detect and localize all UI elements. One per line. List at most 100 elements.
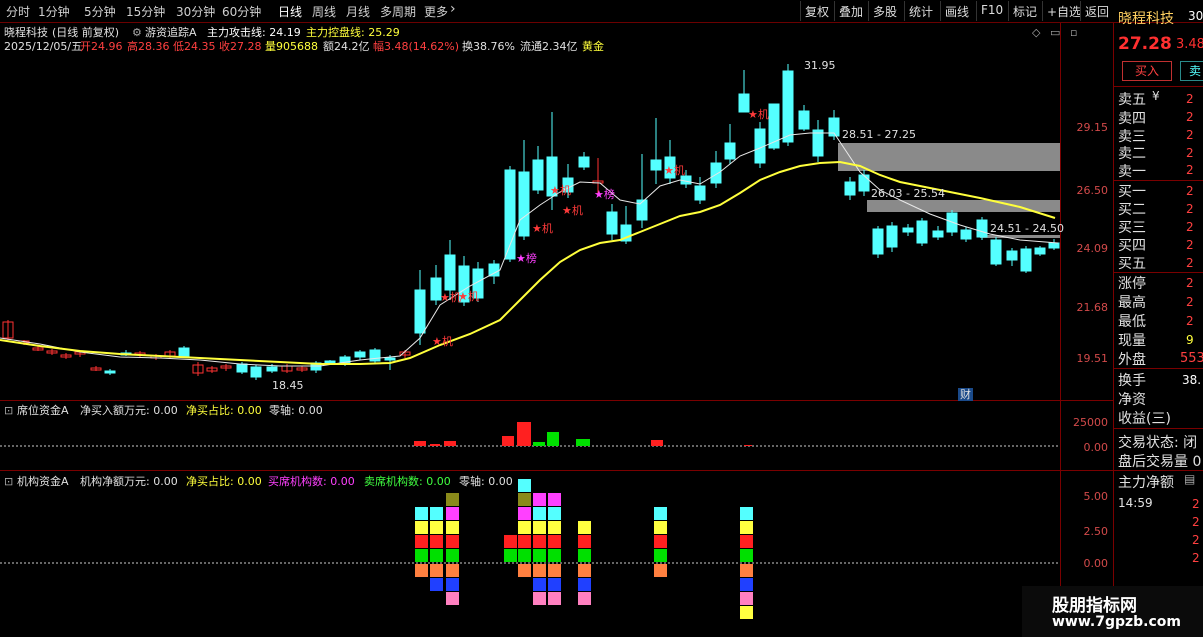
candle-body [858, 174, 870, 192]
band-label-2: 26.03 - 25.54 [871, 187, 945, 200]
candle-body [932, 230, 944, 238]
sell-button[interactable]: 卖 [1180, 61, 1203, 81]
side-sep [1113, 428, 1203, 429]
main-net-title[interactable]: 主力净额 [1118, 472, 1174, 492]
panel3-block [430, 521, 443, 534]
panel2-title[interactable]: 席位资金A [17, 404, 69, 417]
candle-body [324, 360, 336, 364]
panel3-block [518, 521, 531, 534]
tick-value: 2 [1192, 533, 1200, 547]
candle-body [578, 156, 590, 168]
panel3-block [518, 507, 531, 520]
bid1-label: 买一 [1118, 184, 1146, 200]
panel3-block [740, 606, 753, 619]
trade-state: 交易状态: 闭 [1118, 435, 1198, 451]
panel3-block [518, 493, 531, 506]
candle-body [798, 110, 810, 130]
panel3-block [415, 507, 428, 520]
stat-low-label: 最低 [1118, 314, 1146, 330]
panel2-ratio: 净买占比: 0.00 [186, 404, 262, 417]
panel3-block [654, 535, 667, 548]
signal-marker: ★机 [550, 183, 571, 197]
panel3-block [446, 592, 459, 605]
panel2-tick: 25000 [1073, 416, 1108, 429]
panel3-block [446, 549, 459, 562]
candle-body [532, 159, 544, 191]
candle-body [266, 366, 278, 372]
panel3-toggle-icon[interactable]: ⊡ [4, 475, 13, 488]
panel3-block [533, 493, 546, 506]
panel3-block [446, 493, 459, 506]
panel3-block [740, 507, 753, 520]
panel3-block [548, 592, 561, 605]
panel-divider [1113, 23, 1114, 637]
panel3-block [533, 521, 546, 534]
ask5-price: 2 [1186, 92, 1194, 106]
candle-body [650, 159, 662, 171]
ask1-price: 2 [1186, 163, 1194, 177]
ask5-label: 卖五 [1118, 92, 1146, 108]
finance-marker[interactable]: 财 [958, 388, 973, 401]
panel2-bar [414, 441, 426, 446]
stat-limitup-value: 2 [1186, 276, 1194, 290]
panel3-buy-count: 买席机构数: 0.00 [268, 475, 355, 488]
signal-marker: ★机 [664, 163, 685, 177]
candle-body [1048, 242, 1060, 249]
panel3-block [446, 564, 459, 577]
candle-body [710, 162, 722, 184]
panel3-block [533, 549, 546, 562]
band-label-3: 24.51 - 24.50 [990, 222, 1064, 235]
panel3-block [533, 592, 546, 605]
panel2-bar [576, 439, 590, 446]
panel3-block [533, 535, 546, 548]
bid2-price: 2 [1186, 202, 1194, 216]
expand-icon[interactable]: ▫ [1070, 26, 1077, 39]
panel3-block [578, 564, 591, 577]
candle-body [1006, 250, 1018, 261]
yen-icon: ¥ [1152, 89, 1160, 103]
panel3-block [446, 521, 459, 534]
panel3-block [533, 578, 546, 591]
panel2-tick: 0.00 [1083, 441, 1109, 454]
panel3-block [548, 521, 561, 534]
panel2-bar [547, 432, 559, 446]
tick-value: 2 [1192, 515, 1200, 529]
candle-body [694, 185, 706, 201]
panel3-block [578, 521, 591, 534]
band-label-1: 28.51 - 27.25 [842, 128, 916, 141]
panel3-block [446, 507, 459, 520]
list-icon[interactable]: ▤ [1184, 472, 1195, 486]
bid4-price: 2 [1186, 238, 1194, 252]
candle-body [960, 229, 972, 240]
panel3-block [740, 592, 753, 605]
panel3-block [518, 479, 531, 492]
panel3-block [415, 521, 428, 534]
candle-body [872, 228, 884, 255]
panel3-title[interactable]: 机构资金A [17, 475, 69, 488]
panel3-block [654, 564, 667, 577]
ask2-price: 2 [1186, 146, 1194, 160]
panel3-block [578, 549, 591, 562]
ask2-label: 卖二 [1118, 146, 1146, 162]
panel3-sell-count: 卖席机构数: 0.00 [364, 475, 451, 488]
stat-vol-value: 9 [1186, 333, 1194, 347]
stat-turnover-label: 换手 [1118, 373, 1146, 389]
candle-body [724, 142, 736, 160]
stat-vol-label: 现量 [1118, 333, 1146, 349]
back-button[interactable]: 返回 [1080, 1, 1113, 21]
candle-body [990, 239, 1002, 265]
tick-value: 2 [1192, 497, 1200, 511]
bid3-price: 2 [1186, 220, 1194, 234]
panel3-block [578, 535, 591, 548]
kline-chart: ★机★机★机★机★机★机★机★机★榜★榜 [0, 64, 1060, 619]
buy-button[interactable]: 买入 [1122, 61, 1172, 81]
panel2-toggle-icon[interactable]: ⊡ [4, 404, 13, 417]
stat-high-value: 2 [1186, 295, 1194, 309]
side-price: 27.28 [1118, 34, 1172, 54]
panel3-block [446, 535, 459, 548]
side-sep [1113, 470, 1203, 471]
stat-low-value: 2 [1186, 314, 1194, 328]
stat-high-label: 最高 [1118, 295, 1146, 311]
side-stock-name: 晓程科技 [1118, 11, 1174, 27]
price-tick: 26.50 [1076, 184, 1109, 197]
